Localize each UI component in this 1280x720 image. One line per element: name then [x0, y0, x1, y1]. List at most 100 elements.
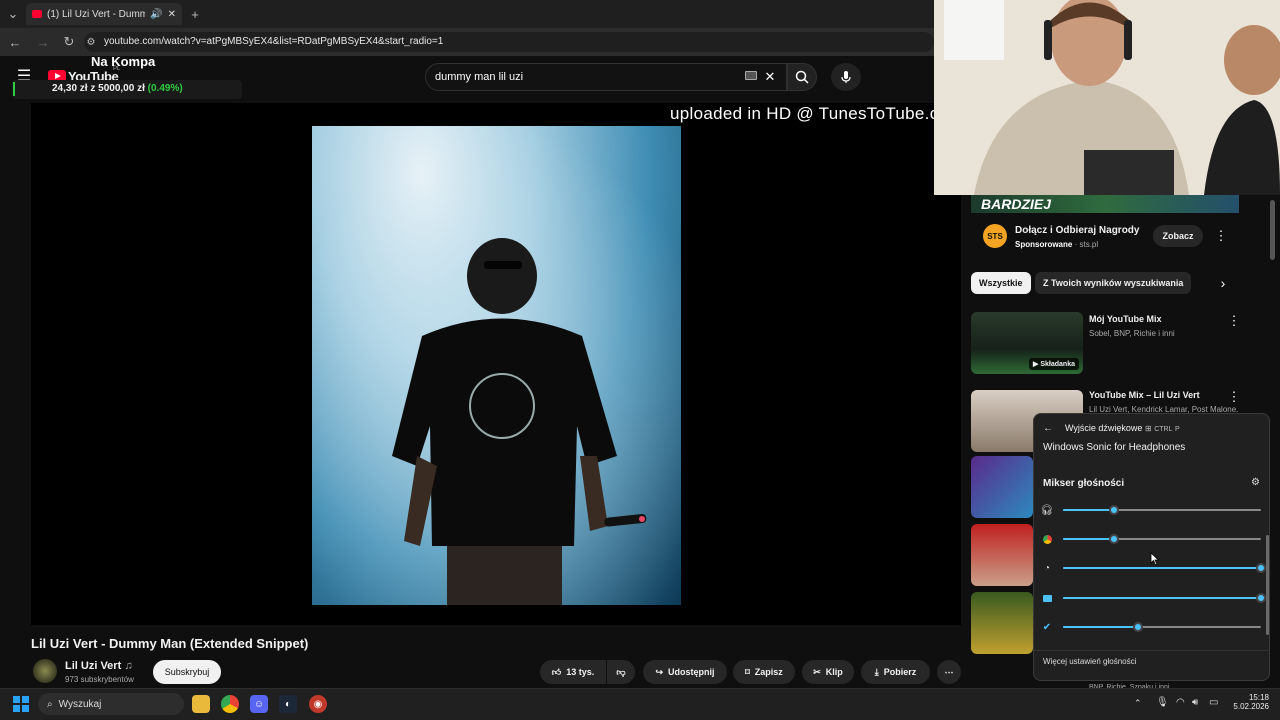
save-label: Zapisz [754, 667, 783, 677]
rec-title[interactable]: Mój YouTube Mix [1089, 314, 1162, 324]
ad-brand-icon: STS [983, 224, 1007, 248]
slider-thumb[interactable] [1109, 505, 1120, 515]
mixer-settings-icon[interactable]: ⚙ [1251, 477, 1260, 488]
volume-slider[interactable] [1063, 622, 1261, 632]
output-device[interactable]: Windows Sonic for Headphones [1043, 442, 1185, 453]
dislike-button[interactable]: 👎︎ [607, 660, 635, 684]
video-title: Lil Uzi Vert - Dummy Man (Extended Snipp… [31, 636, 309, 651]
mixer-divider [1033, 650, 1270, 651]
more-actions-button[interactable]: ⋯ [937, 660, 961, 684]
tab-list-icon[interactable]: ⌄ [4, 5, 22, 23]
volume-slider[interactable] [1063, 563, 1266, 573]
rec-thumbnail[interactable] [971, 592, 1033, 654]
taskbar-clock[interactable]: 15:18 5.02.2026 [1229, 693, 1269, 711]
output-label: Wyjście dźwiękowe [1065, 423, 1143, 433]
shortcut-win-icon: ⊞ [1144, 424, 1152, 433]
discord-icon[interactable]: ☺ [250, 695, 268, 713]
microphone-tray-icon[interactable]: 🎙︎ [1156, 697, 1169, 708]
chips-next-icon[interactable]: › [1214, 274, 1232, 292]
rec-thumbnail[interactable] [971, 524, 1033, 586]
like-button[interactable]: 👍︎ 13 tys. [540, 660, 606, 684]
search-icon: ⌕ [47, 698, 53, 710]
output-header: Wyjście dźwiękowe ⊞ CTRL P [1065, 423, 1180, 433]
forward-icon[interactable]: → [34, 33, 52, 51]
steam-icon[interactable]: ◐ [279, 695, 297, 713]
mixer-back-icon[interactable]: ← [1043, 423, 1053, 434]
ad-more-icon[interactable]: ⋮ [1212, 227, 1230, 245]
rec-more-icon[interactable]: ⋮ [1225, 312, 1243, 330]
close-tab-icon[interactable]: ✕ [168, 9, 176, 20]
more-volume-settings-link[interactable]: Więcej ustawień głośności [1043, 657, 1136, 666]
ad-banner[interactable]: BARDZIEJ [971, 195, 1239, 213]
slider-thumb[interactable] [1256, 593, 1266, 603]
mixer-scrollbar[interactable] [1266, 535, 1269, 635]
clock-date: 5.02.2026 [1233, 702, 1269, 711]
rec-thumbnail-mix[interactable]: ▶ Składanka [971, 312, 1083, 374]
volume-slider[interactable] [1063, 593, 1266, 603]
slider-thumb[interactable] [1133, 622, 1144, 632]
browser-tab[interactable]: (1) Lil Uzi Vert - Dummy Ma 🔊 ✕ [26, 3, 182, 25]
like-count: 13 tys. [566, 667, 595, 677]
mouse-cursor-icon [1150, 552, 1160, 566]
address-bar[interactable]: youtube.com/watch?v=atPgMBSyEX4&list=RDa… [84, 32, 934, 52]
slider-thumb[interactable] [1109, 534, 1120, 544]
search-icon [795, 70, 809, 84]
search-value: dummy man lil uzi [435, 71, 524, 83]
channel-name[interactable]: Lil Uzi Vert ♫ [65, 660, 133, 672]
chrome-taskbar-icon[interactable] [221, 695, 239, 713]
window-icon [1040, 591, 1054, 605]
volume-slider[interactable] [1063, 505, 1261, 515]
search-input[interactable]: dummy man lil uzi [425, 63, 787, 91]
chrome-icon [1040, 532, 1054, 546]
ad-dot: · [1074, 240, 1078, 249]
rec-badge: Składanka [1040, 361, 1075, 368]
tray-expand-icon[interactable]: ⌃ [1134, 698, 1142, 709]
clear-search-icon[interactable]: ✕ [761, 68, 779, 86]
ad-title[interactable]: Dołącz i Odbieraj Nagrody [1015, 225, 1139, 236]
volume-mixer-panel [1033, 413, 1270, 681]
volume-slider[interactable] [1063, 534, 1261, 544]
save-button[interactable]: ⌑ Zapisz [733, 660, 795, 684]
rec-more-icon[interactable]: ⋮ [1225, 388, 1243, 406]
chip-from-search[interactable]: Z Twoich wyników wyszukiwania [1035, 272, 1192, 294]
rec-thumbnail[interactable] [971, 456, 1033, 518]
taskbar-search[interactable]: ⌕ Wyszukaj [38, 693, 184, 715]
rec-channel: Sobel, BNP, Richie i inni [1089, 329, 1175, 338]
voice-search-button[interactable] [831, 63, 861, 91]
share-button[interactable]: ↪ Udostępnij [643, 660, 727, 684]
stream-overlay-channel: Na Kompa [91, 54, 156, 69]
ticker-accent [13, 82, 15, 96]
search-button[interactable] [787, 63, 817, 91]
ad-meta: Sponsorowane · sts.pl [1015, 240, 1098, 249]
audio-playing-icon[interactable]: 🔊 [150, 9, 162, 20]
download-button[interactable]: ⤓ Pobierz [861, 660, 930, 684]
windows-start-icon[interactable] [13, 696, 29, 712]
keyboard-icon[interactable] [745, 71, 757, 80]
site-info-icon[interactable]: ⚙ [82, 33, 100, 51]
slider-thumb[interactable] [1256, 563, 1266, 573]
clip-button[interactable]: ✂ Klip [802, 660, 854, 684]
page-scrollbar[interactable] [1270, 200, 1275, 260]
url-text: youtube.com/watch?v=atPgMBSyEX4&list=RDa… [104, 36, 444, 47]
ad-cta-button[interactable]: Zobacz [1153, 225, 1203, 247]
headphones-icon: 🎧︎ [1040, 504, 1054, 516]
obs-icon[interactable]: ◉ [309, 695, 327, 713]
channel-avatar[interactable] [33, 659, 57, 683]
mixer-row-check: ✔ [1040, 620, 1265, 634]
scissors-icon: ✂ [813, 666, 821, 677]
reload-icon[interactable]: ↻ [60, 33, 78, 51]
file-explorer-icon[interactable] [192, 695, 210, 713]
share-label: Udostępnij [668, 667, 715, 677]
wifi-icon[interactable]: ◠ [1176, 697, 1185, 708]
ticker-percent: (0.49%) [147, 83, 183, 94]
subscribe-button[interactable]: Subskrybuj [153, 660, 221, 684]
browser-tab-bar: ⌄ (1) Lil Uzi Vert - Dummy Ma 🔊 ✕ + [0, 0, 934, 28]
back-icon[interactable]: ← [6, 33, 24, 51]
chip-all[interactable]: Wszystkie [971, 272, 1031, 294]
new-tab-button[interactable]: + [186, 5, 204, 23]
rec-title[interactable]: YouTube Mix – Lil Uzi Vert [1089, 390, 1200, 400]
battery-icon[interactable]: ▭ [1209, 697, 1218, 708]
volume-icon[interactable]: 🔊︎ [1192, 697, 1198, 708]
webcam-feed [934, 0, 1280, 195]
performer-silhouette [312, 126, 681, 605]
